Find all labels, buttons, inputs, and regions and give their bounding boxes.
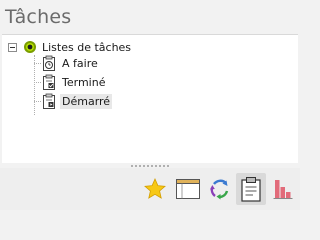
sync-button[interactable] bbox=[205, 173, 235, 205]
charts-button[interactable] bbox=[268, 173, 298, 205]
tree-item-label: Terminé bbox=[62, 75, 106, 89]
clipboard-check-icon bbox=[43, 74, 55, 90]
tree-root-label: Listes de tâches bbox=[42, 40, 132, 54]
bottom-toolbar bbox=[0, 168, 300, 210]
task-tree: Listes de tâches A faire Terminé Démarré bbox=[2, 34, 298, 163]
clipboard-play-icon bbox=[43, 93, 55, 109]
clipboard-clock-icon bbox=[43, 55, 55, 71]
window-icon bbox=[176, 179, 200, 199]
collapse-icon[interactable] bbox=[8, 42, 17, 52]
bullet-circle-icon bbox=[24, 41, 36, 53]
tree-item-label: A faire bbox=[62, 56, 98, 70]
panel-title: Tâches bbox=[5, 6, 72, 28]
clipboard-icon bbox=[241, 177, 261, 202]
star-icon bbox=[144, 178, 166, 199]
tree-item-a-faire[interactable]: A faire bbox=[34, 54, 100, 72]
bar-chart-icon bbox=[273, 180, 293, 199]
sync-arrows-icon bbox=[210, 179, 229, 200]
tree-connector bbox=[34, 55, 35, 115]
tasks-button[interactable] bbox=[236, 173, 266, 205]
grip-icon bbox=[130, 165, 170, 167]
tree-item-listes-de-taches[interactable]: Listes de tâches bbox=[8, 39, 131, 55]
tree-item-label: Démarré bbox=[60, 93, 113, 109]
tree-item-demarre[interactable]: Démarré bbox=[34, 92, 113, 110]
tree-item-termine[interactable]: Terminé bbox=[34, 73, 107, 91]
favorites-button[interactable] bbox=[140, 173, 170, 205]
window-button[interactable] bbox=[173, 173, 203, 205]
